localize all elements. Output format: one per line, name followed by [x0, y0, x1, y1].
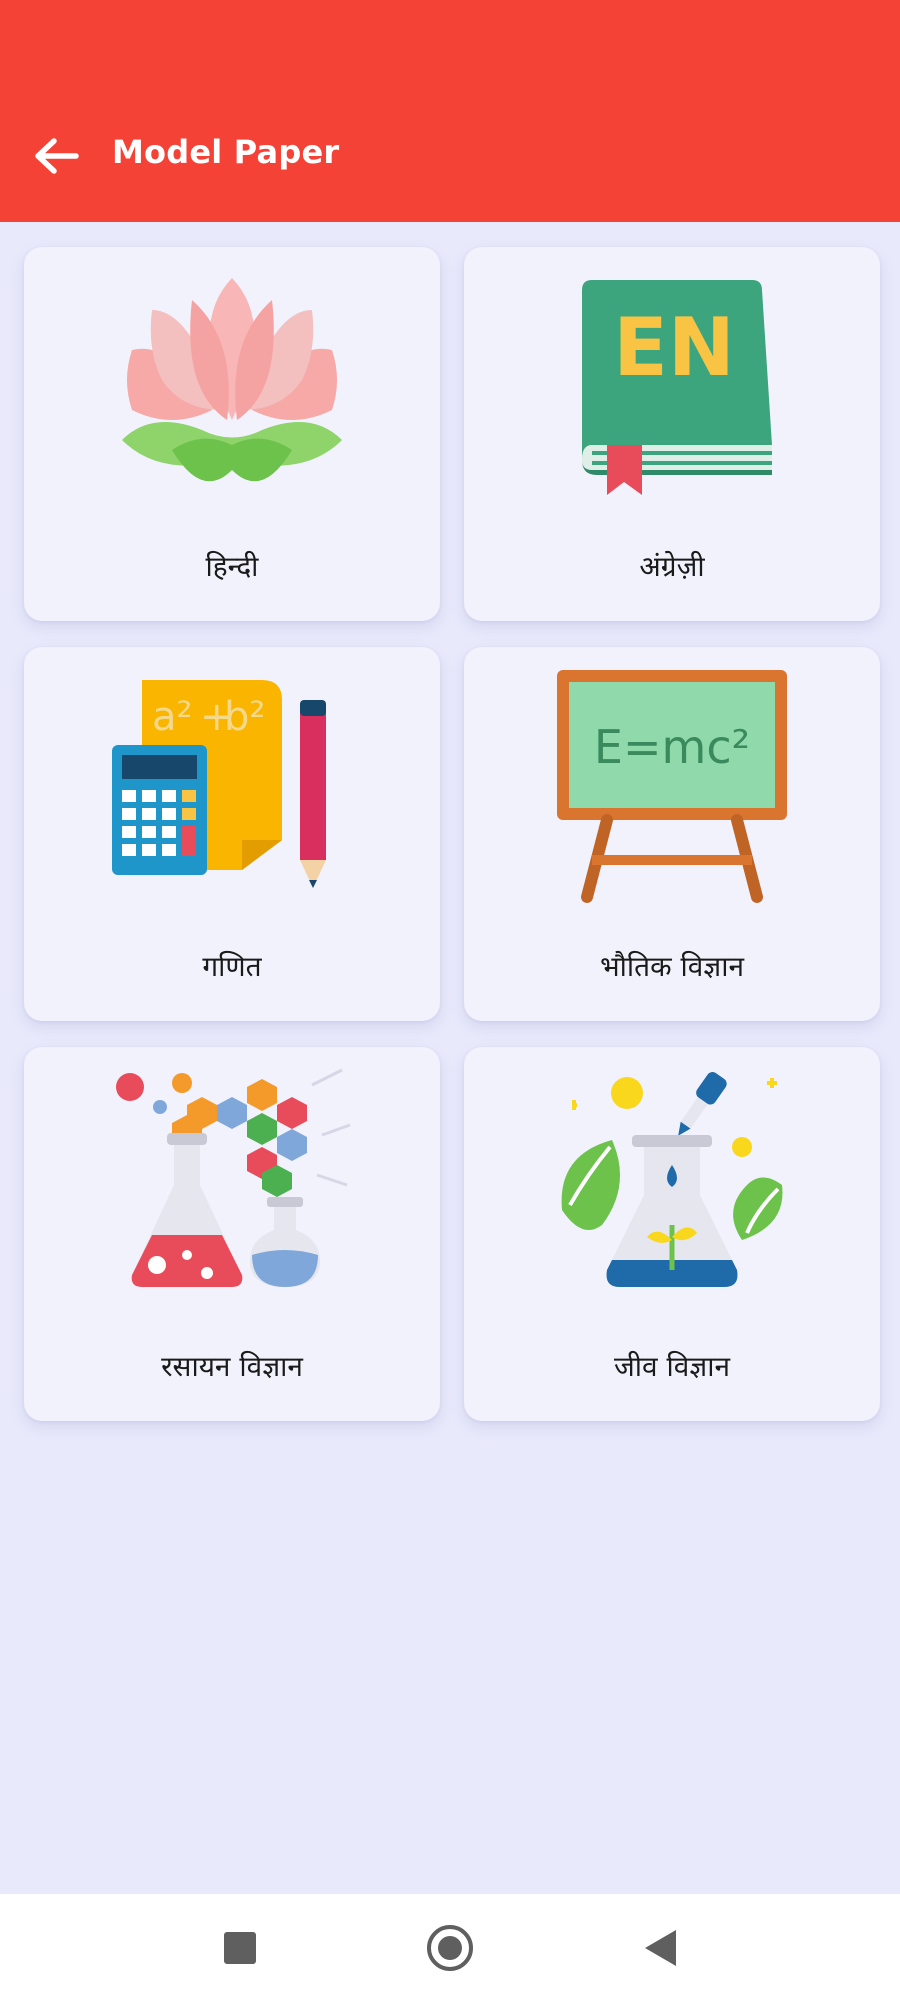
blackboard-formula-icon: E=mc² — [557, 670, 787, 903]
home-icon — [427, 1925, 473, 1971]
subject-card-english[interactable]: EN अंग्रेज़ी — [464, 247, 880, 621]
subject-label: अंग्रेज़ी — [639, 550, 705, 583]
recent-apps-button[interactable] — [210, 1918, 270, 1978]
app-bar: Model Paper — [0, 0, 900, 222]
back-nav-button[interactable] — [630, 1918, 690, 1978]
subject-card-chemistry[interactable]: रसायन विज्ञान — [24, 1047, 440, 1421]
subject-grid: हिन्दी EN अंग्रेज़ी a² + b² गणित E=mc² भ… — [0, 222, 900, 1894]
english-book-icon: EN — [582, 280, 772, 495]
page-title: Model Paper — [112, 133, 340, 171]
biology-flask-leaves-icon — [561, 1072, 783, 1287]
subject-card-math[interactable]: a² + b² गणित — [24, 647, 440, 1021]
subject-label: जीव विज्ञान — [613, 1350, 731, 1383]
en-text: EN — [613, 301, 735, 394]
subject-card-biology[interactable]: जीव विज्ञान — [464, 1047, 880, 1421]
subject-card-hindi[interactable]: हिन्दी — [24, 247, 440, 621]
back-triangle-icon — [645, 1930, 676, 1966]
subject-label: भौतिक विज्ञान — [599, 950, 745, 983]
arrow-left-icon — [35, 138, 79, 174]
formula-text: E=mc² — [594, 720, 750, 774]
chemistry-flask-icon — [116, 1068, 351, 1287]
math-b-text: b² — [224, 694, 265, 740]
subject-label: गणित — [202, 950, 262, 983]
lotus-icon — [122, 278, 342, 482]
math-a-text: a² — [152, 694, 193, 740]
calculator-math-icon: a² + b² — [112, 680, 326, 888]
subject-card-physics[interactable]: E=mc² भौतिक विज्ञान — [464, 647, 880, 1021]
back-button[interactable] — [26, 126, 86, 186]
subject-label: रसायन विज्ञान — [161, 1350, 303, 1383]
recent-apps-icon — [224, 1932, 256, 1964]
home-button[interactable] — [420, 1918, 480, 1978]
system-nav-bar — [0, 1894, 900, 2003]
subject-label: हिन्दी — [205, 550, 259, 583]
